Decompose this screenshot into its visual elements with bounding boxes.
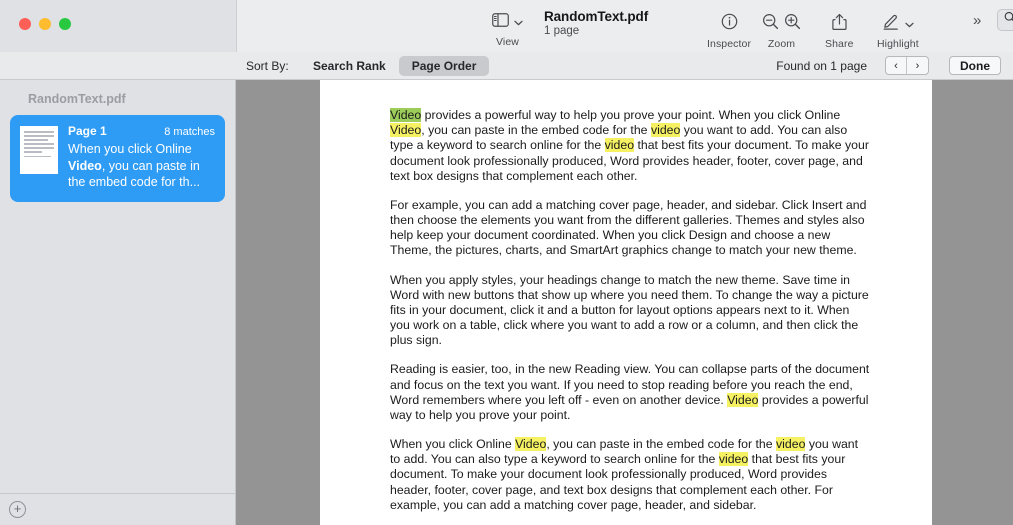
done-button[interactable]: Done xyxy=(949,56,1001,75)
view-button-label: View xyxy=(496,36,519,48)
search-result-item[interactable]: Page 1 8 matches When you click Online V… xyxy=(10,115,225,202)
inspector-button[interactable]: Inspector xyxy=(707,11,751,50)
inspector-button-label: Inspector xyxy=(707,38,751,50)
sidebar-footer: + xyxy=(0,493,235,525)
search-input[interactable]: video ✕ xyxy=(997,9,1013,31)
search-match: Video xyxy=(390,123,421,137)
share-button[interactable]: Share xyxy=(825,11,854,50)
match-navigation[interactable]: ‹ › xyxy=(885,56,929,75)
sidebar-results-list: RandomText.pdf Page 1 8 matches When you… xyxy=(0,80,235,493)
search-match: Video xyxy=(727,393,758,407)
sort-by-label: Sort By: xyxy=(246,59,289,73)
document-paragraph: For example, you can add a matching cove… xyxy=(390,198,870,259)
search-result-body: Page 1 8 matches When you click Online V… xyxy=(68,124,215,191)
chevron-down-icon[interactable] xyxy=(905,15,914,33)
view-button[interactable]: View xyxy=(492,9,523,48)
zoom-in-icon[interactable] xyxy=(784,13,801,35)
search-result-match-count: 8 matches xyxy=(164,126,215,138)
sidebar-document-title: RandomText.pdf xyxy=(10,80,225,115)
document-paragraph: When you click Online Video, you can pas… xyxy=(390,437,870,513)
zoom-out-icon[interactable] xyxy=(762,13,779,35)
minimize-window-button[interactable] xyxy=(39,18,51,30)
search-match: Video xyxy=(515,437,546,451)
close-window-button[interactable] xyxy=(19,18,31,30)
snippet-pre: When you click Online xyxy=(68,142,192,156)
page-count-label: 1 page xyxy=(544,25,648,37)
page-title: RandomText.pdf xyxy=(544,9,648,24)
share-button-label: Share xyxy=(825,38,854,50)
document-paragraph: Reading is easier, too, in the new Readi… xyxy=(390,362,870,423)
highlight-button[interactable]: Highlight xyxy=(877,11,919,50)
search-match: video xyxy=(719,452,748,466)
search-match: video xyxy=(605,138,634,152)
highlight-pen-icon xyxy=(882,13,900,35)
search-group: video ✕ Search xyxy=(997,9,1013,45)
zoom-controls[interactable]: Zoom xyxy=(762,11,801,50)
document-title-block: RandomText.pdf 1 page xyxy=(544,9,648,37)
toolbar-main-region: View RandomText.pdf 1 page xyxy=(236,0,1013,52)
main-toolbar: View RandomText.pdf 1 page xyxy=(0,0,1013,52)
preview-window: View RandomText.pdf 1 page xyxy=(0,0,1013,525)
search-match: video xyxy=(776,437,805,451)
search-result-page-label: Page 1 xyxy=(68,124,107,138)
body-area: RandomText.pdf Page 1 8 matches When you… xyxy=(0,80,1013,525)
sort-segment-page-order[interactable]: Page Order xyxy=(399,56,490,76)
document-paragraph: Video provides a powerful way to help yo… xyxy=(390,108,870,184)
highlight-button-label: Highlight xyxy=(877,38,919,50)
zoom-label: Zoom xyxy=(768,38,795,50)
document-canvas[interactable]: Video provides a powerful way to help yo… xyxy=(236,80,1013,525)
toolbar-overflow-button[interactable]: » xyxy=(973,12,979,29)
next-match-button[interactable]: › xyxy=(907,57,928,74)
search-results-bar: Sort By: Search Rank Page Order Found on… xyxy=(0,52,1013,80)
sort-segment-search-rank[interactable]: Search Rank xyxy=(300,56,399,76)
chevron-down-icon[interactable] xyxy=(514,13,523,31)
window-controls[interactable] xyxy=(19,18,71,30)
add-button[interactable]: + xyxy=(9,501,26,518)
share-icon xyxy=(832,13,847,36)
sidebar-icon xyxy=(492,13,509,32)
search-result-snippet: When you click Online Video, you can pas… xyxy=(68,141,215,191)
search-match: video xyxy=(651,123,680,137)
toolbar-sidebar-region xyxy=(0,0,236,52)
snippet-term: Video xyxy=(68,159,102,173)
previous-match-button[interactable]: ‹ xyxy=(886,57,907,74)
page-thumbnail-icon xyxy=(20,126,58,174)
search-sidebar: RandomText.pdf Page 1 8 matches When you… xyxy=(0,80,236,525)
search-icon[interactable] xyxy=(1004,11,1013,29)
search-result-header: Page 1 8 matches xyxy=(68,124,215,138)
sort-segmented-control[interactable]: Search Rank Page Order xyxy=(300,56,489,76)
document-paragraph: When you apply styles, your headings cha… xyxy=(390,273,870,349)
search-match-current: Video xyxy=(390,108,421,122)
info-circle-icon xyxy=(721,13,738,35)
pdf-page[interactable]: Video provides a powerful way to help yo… xyxy=(320,80,932,525)
found-count-label: Found on 1 page xyxy=(776,59,867,73)
maximize-window-button[interactable] xyxy=(59,18,71,30)
